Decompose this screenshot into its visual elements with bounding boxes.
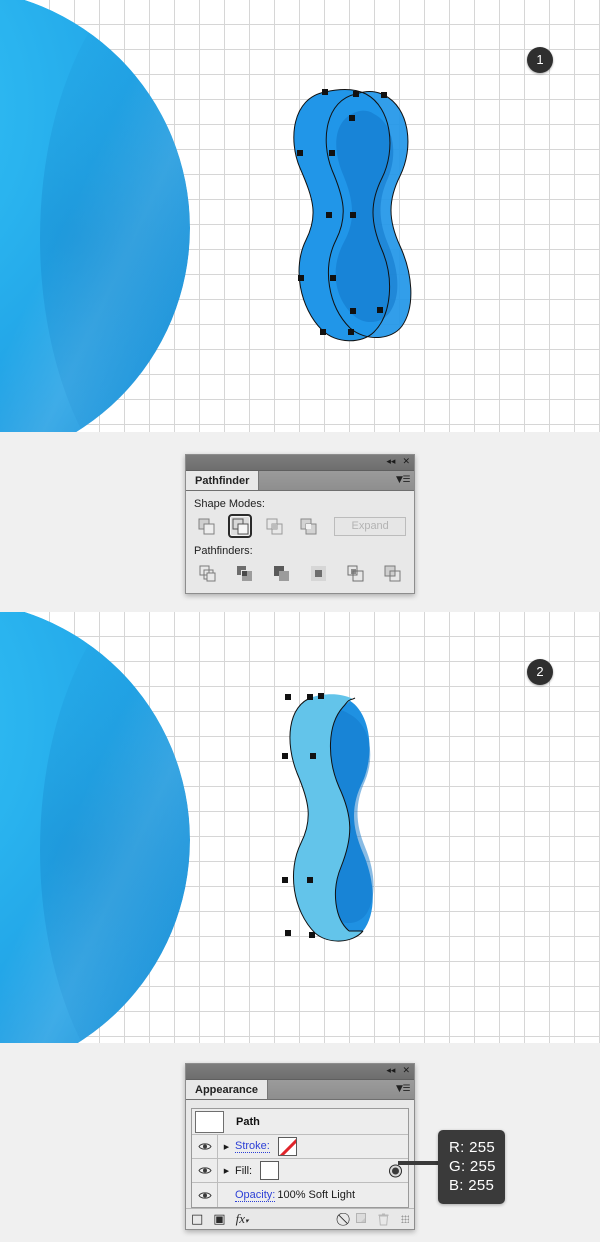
intersected-crescent-shape-2[interactable] <box>265 685 380 950</box>
appearance-row-stroke[interactable]: ▶ Stroke: <box>192 1135 408 1159</box>
divide-icon <box>199 565 215 581</box>
appearance-panel[interactable]: ◂◂ ✕ Appearance ▼☰ Path ▶ Stroke: ▶ Fill… <box>185 1063 415 1230</box>
tab-appearance[interactable]: Appearance <box>186 1080 268 1099</box>
tab-appearance-label: Appearance <box>195 1083 258 1096</box>
callout-g-value: G: 255 <box>449 1158 496 1175</box>
collapse-double-arrow-icon[interactable]: ◂◂ <box>386 458 395 467</box>
eye-icon <box>197 1143 212 1150</box>
pathfinder-trim-button[interactable] <box>231 561 257 585</box>
exclude-icon <box>300 518 317 534</box>
minus-front-icon <box>232 518 249 534</box>
shape-modes-label: Shape Modes: <box>194 498 265 510</box>
appearance-row-opacity[interactable]: ▶ Opacity: 100% Soft Light <box>192 1183 408 1207</box>
appearance-panel-body: Path ▶ Stroke: ▶ Fill: Opacity: 100% Sof… <box>186 1100 414 1208</box>
eye-icon <box>197 1191 212 1199</box>
pathfinders-row <box>194 561 406 585</box>
target-label: Path <box>236 1115 260 1128</box>
intersect-icon <box>266 518 283 534</box>
shape-mode-exclude-button[interactable] <box>296 514 320 538</box>
appearance-panel-titlebar: ◂◂ ✕ <box>186 1064 414 1080</box>
artboard-step-1: 1 <box>0 0 600 432</box>
pathfinder-panel-body: Shape Modes: Expand Pathfinders: <box>186 491 414 593</box>
shape-mode-minus-front-button[interactable] <box>228 514 253 538</box>
duplicate-item-icon[interactable] <box>356 1213 368 1225</box>
tab-pathfinder-label: Pathfinder <box>195 474 250 487</box>
fill-swatch-white[interactable] <box>260 1161 280 1180</box>
visibility-eye-icon[interactable] <box>192 1159 218 1182</box>
panel-menu-icon[interactable]: ▼☰ <box>396 475 411 485</box>
crop-icon <box>310 565 326 581</box>
expand-button: Expand <box>334 516 407 536</box>
unite-icon <box>198 518 215 534</box>
shape-mode-unite-button[interactable] <box>194 514 218 538</box>
step-badge-1: 1 <box>527 47 553 73</box>
pathfinder-outline-button[interactable] <box>342 561 368 585</box>
stroke-swatch-none[interactable] <box>277 1137 297 1156</box>
tab-pathfinder[interactable]: Pathfinder <box>186 471 260 490</box>
opacity-label[interactable]: Opacity: <box>235 1189 276 1202</box>
pathfinder-minus-back-button[interactable] <box>379 561 405 585</box>
minus-back-icon <box>384 565 400 581</box>
pathfinder-merge-button[interactable] <box>268 561 294 585</box>
callout-anchor-dot <box>390 1165 401 1176</box>
visibility-eye-icon[interactable] <box>192 1183 218 1207</box>
opacity-value: 100% Soft Light <box>277 1189 356 1201</box>
fill-label: Fill: <box>235 1164 253 1177</box>
panel-resize-grip[interactable] <box>401 1215 409 1223</box>
selected-crescent-shapes-1[interactable] <box>270 82 415 347</box>
pathfinder-divide-button[interactable] <box>194 561 220 585</box>
appearance-row-fill[interactable]: ▶ Fill: <box>192 1159 408 1183</box>
shape-mode-intersect-button[interactable] <box>262 514 286 538</box>
close-icon[interactable]: ✕ <box>402 1067 410 1076</box>
artboard-step-2: 2 <box>0 612 600 1043</box>
appearance-panel-footer: □ ▣ fx▾ ⃠ <box>186 1208 414 1229</box>
outline-icon <box>347 565 363 581</box>
callout-b-value: B: 255 <box>449 1177 495 1194</box>
visibility-eye-icon[interactable] <box>192 1135 218 1158</box>
disclosure-triangle-icon[interactable]: ▶ <box>218 1167 235 1175</box>
disclosure-triangle-icon[interactable]: ▶ <box>218 1143 235 1151</box>
pathfinder-panel-titlebar: ◂◂ ✕ <box>186 455 414 471</box>
close-icon[interactable]: ✕ <box>402 458 410 467</box>
appearance-target-row[interactable]: Path <box>192 1109 408 1135</box>
callout-leader-line <box>398 1161 440 1165</box>
collapse-double-arrow-icon[interactable]: ◂◂ <box>386 1067 395 1076</box>
target-thumbnail <box>195 1110 224 1133</box>
pathfinder-tab-row: Pathfinder ▼☰ <box>186 471 414 491</box>
add-new-stroke-icon[interactable]: □ <box>191 1212 203 1227</box>
pathfinders-label: Pathfinders: <box>194 545 253 557</box>
eye-icon <box>197 1167 212 1174</box>
panel-menu-icon[interactable]: ▼☰ <box>396 1084 411 1094</box>
appearance-tab-row: Appearance ▼☰ <box>186 1080 414 1100</box>
trim-icon <box>236 565 252 581</box>
merge-icon <box>273 565 289 581</box>
callout-r-value: R: 255 <box>449 1139 495 1156</box>
stroke-label[interactable]: Stroke: <box>235 1140 270 1153</box>
delete-item-trash-icon[interactable] <box>378 1213 389 1226</box>
pathfinder-panel[interactable]: ◂◂ ✕ Pathfinder ▼☰ Shape Modes: Expand P… <box>185 454 415 594</box>
step-badge-2: 2 <box>527 659 553 685</box>
pathfinder-crop-button[interactable] <box>305 561 331 585</box>
rgb-callout: R: 255 G: 255 B: 255 <box>438 1130 505 1204</box>
add-new-effect-fx-icon[interactable]: fx▾ <box>236 1211 249 1227</box>
expand-button-label: Expand <box>351 520 389 532</box>
shape-modes-row: Expand <box>194 514 407 538</box>
add-new-fill-icon[interactable]: ▣ <box>213 1212 225 1227</box>
appearance-attribute-list: Path ▶ Stroke: ▶ Fill: Opacity: 100% Sof… <box>191 1108 409 1208</box>
